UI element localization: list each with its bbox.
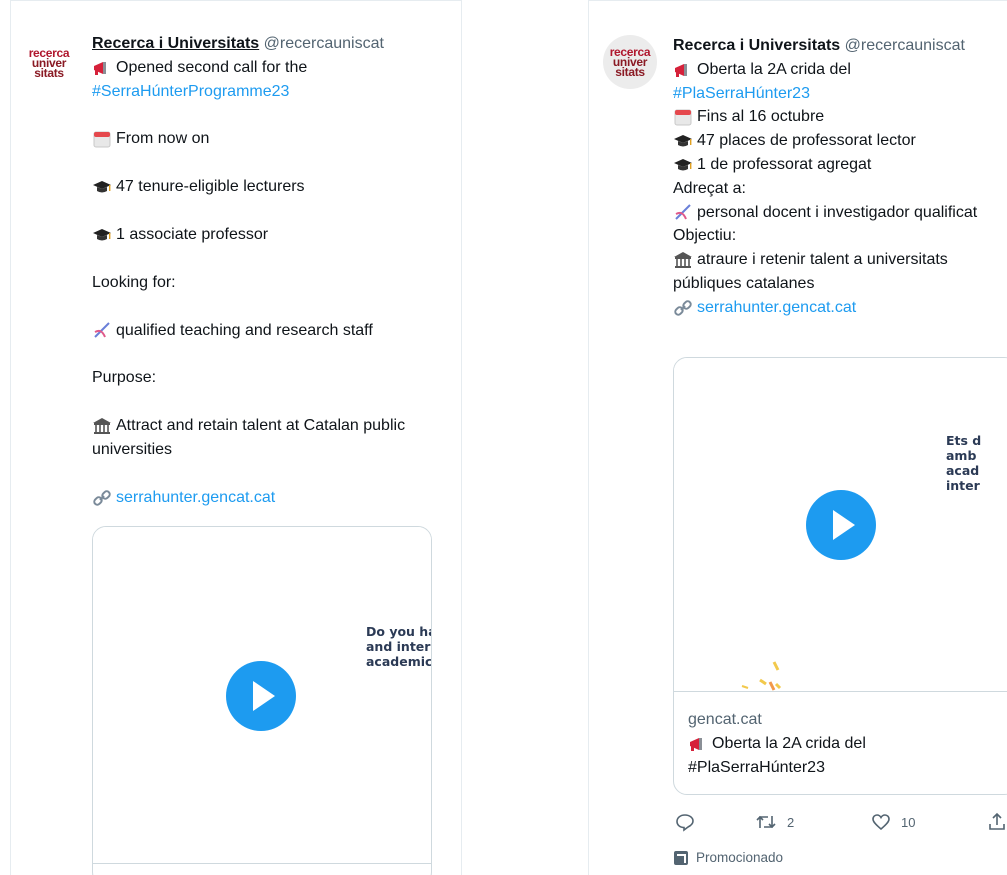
card-title-line: #PlaSerraHúnter23 <box>688 759 825 776</box>
link-card[interactable]: Ets d amb acad inter gencat.cat Oberta l… <box>673 357 1007 795</box>
url-link[interactable]: serrahunter.gencat.cat <box>116 486 275 510</box>
play-button[interactable] <box>806 490 876 560</box>
card-body: gencat.cat Oberta la 2A crida del #PlaSe… <box>674 692 1007 794</box>
tweet-line: From now on <box>92 127 437 151</box>
tweet-line: 1 associate professor <box>92 223 437 247</box>
like-count: 10 <box>901 814 916 830</box>
share-icon <box>989 812 1005 830</box>
card-domain: gencat.cat <box>688 711 762 728</box>
graduation-cap-icon <box>673 155 693 175</box>
confetti-decoration <box>741 661 782 691</box>
card-title: Oberta la 2A crida del <box>688 732 1003 756</box>
calendar-icon <box>673 107 693 127</box>
tweet-line: 47 tenure-eligible lecturers <box>92 175 437 199</box>
tweet-line: #SerraHúnterProgramme23 <box>92 80 437 104</box>
graduation-cap-icon <box>92 225 112 245</box>
link-icon <box>92 488 112 508</box>
hashtag-link[interactable]: #PlaSerraHúnter23 <box>673 82 810 106</box>
tweet-line: Looking for: <box>92 273 176 291</box>
graduation-cap-icon <box>673 131 693 151</box>
video-caption: Do you ha and inter academic <box>366 624 431 669</box>
tweet-line: Adreçat a: <box>673 179 746 197</box>
graduation-cap-icon <box>92 177 112 197</box>
avatar-line: sitats <box>615 65 645 79</box>
tweet-header: Recerca i Universitats @recercauniscat <box>673 34 1003 58</box>
retweet-icon <box>756 815 776 829</box>
tweet-line: personal docent i investigador qualifica… <box>673 201 1003 225</box>
tweet-line: Purpose: <box>92 369 157 387</box>
tweet-line: Opened second call for the <box>92 56 437 80</box>
video-caption: Ets d amb acad inter <box>946 433 982 493</box>
megaphone-icon <box>92 58 112 78</box>
tweet-line: 1 de professorat agregat <box>673 153 1003 177</box>
reply-icon <box>676 814 694 832</box>
tweet-actions: 2 10 <box>673 812 1007 834</box>
dna-icon <box>92 320 112 340</box>
reply-button[interactable] <box>675 812 695 832</box>
promoted-icon <box>674 850 688 865</box>
tweet-text: Recerca i Universitats @recercauniscat O… <box>673 34 1003 320</box>
account-name[interactable]: Recerca i Universitats <box>673 37 840 54</box>
video-preview[interactable]: Ets d amb acad inter <box>674 358 1007 692</box>
tweet-line: #PlaSerraHúnter23 <box>673 82 1003 106</box>
video-card[interactable]: Do you ha and inter academic <box>92 526 432 875</box>
tweet-line: Fins al 16 octubre <box>673 105 1003 129</box>
link-icon <box>673 298 693 318</box>
tweet-line: serrahunter.gencat.cat <box>92 486 437 510</box>
tweet-line: atraure i retenir talent a universitats … <box>673 250 948 292</box>
tweet-header: Recerca i Universitats @recercauniscat <box>92 32 437 56</box>
classical-building-icon <box>673 250 693 270</box>
calendar-icon <box>92 129 112 149</box>
play-button[interactable] <box>226 661 296 731</box>
share-button[interactable] <box>987 812 1007 832</box>
classical-building-icon <box>92 416 112 436</box>
promoted-text: Promocionado <box>696 850 784 865</box>
avatar[interactable]: recerca univer sitats <box>603 35 657 89</box>
video-preview[interactable]: Do you ha and inter academic <box>93 527 431 864</box>
tweet-line: Attract and retain talent at Catalan pub… <box>92 416 406 458</box>
like-button[interactable]: 10 <box>871 812 915 832</box>
retweet-count: 2 <box>787 814 795 830</box>
account-name[interactable]: Recerca i Universitats <box>92 35 259 52</box>
avatar[interactable]: recerca univer sitats <box>22 36 76 90</box>
tweet-line: Objectiu: <box>673 227 737 245</box>
tweet-line: serrahunter.gencat.cat <box>673 296 1003 320</box>
avatar-line: sitats <box>34 66 64 80</box>
url-link[interactable]: serrahunter.gencat.cat <box>697 296 856 320</box>
account-handle[interactable]: @recercauniscat <box>845 37 965 54</box>
tweet-text: Recerca i Universitats @recercauniscat O… <box>92 32 437 510</box>
tweet-line: 47 places de professorat lector <box>673 129 1003 153</box>
megaphone-icon <box>688 734 708 754</box>
tweet-line: Oberta la 2A crida del <box>673 58 1003 82</box>
heart-icon <box>872 814 890 831</box>
promoted-label: Promocionado <box>674 850 783 865</box>
account-handle[interactable]: @recercauniscat <box>264 35 384 52</box>
tweet-line: qualified teaching and research staff <box>92 319 437 343</box>
retweet-button[interactable]: 2 <box>755 812 794 832</box>
hashtag-link[interactable]: #SerraHúnterProgramme23 <box>92 80 289 104</box>
dna-icon <box>673 202 693 222</box>
megaphone-icon <box>673 60 693 80</box>
